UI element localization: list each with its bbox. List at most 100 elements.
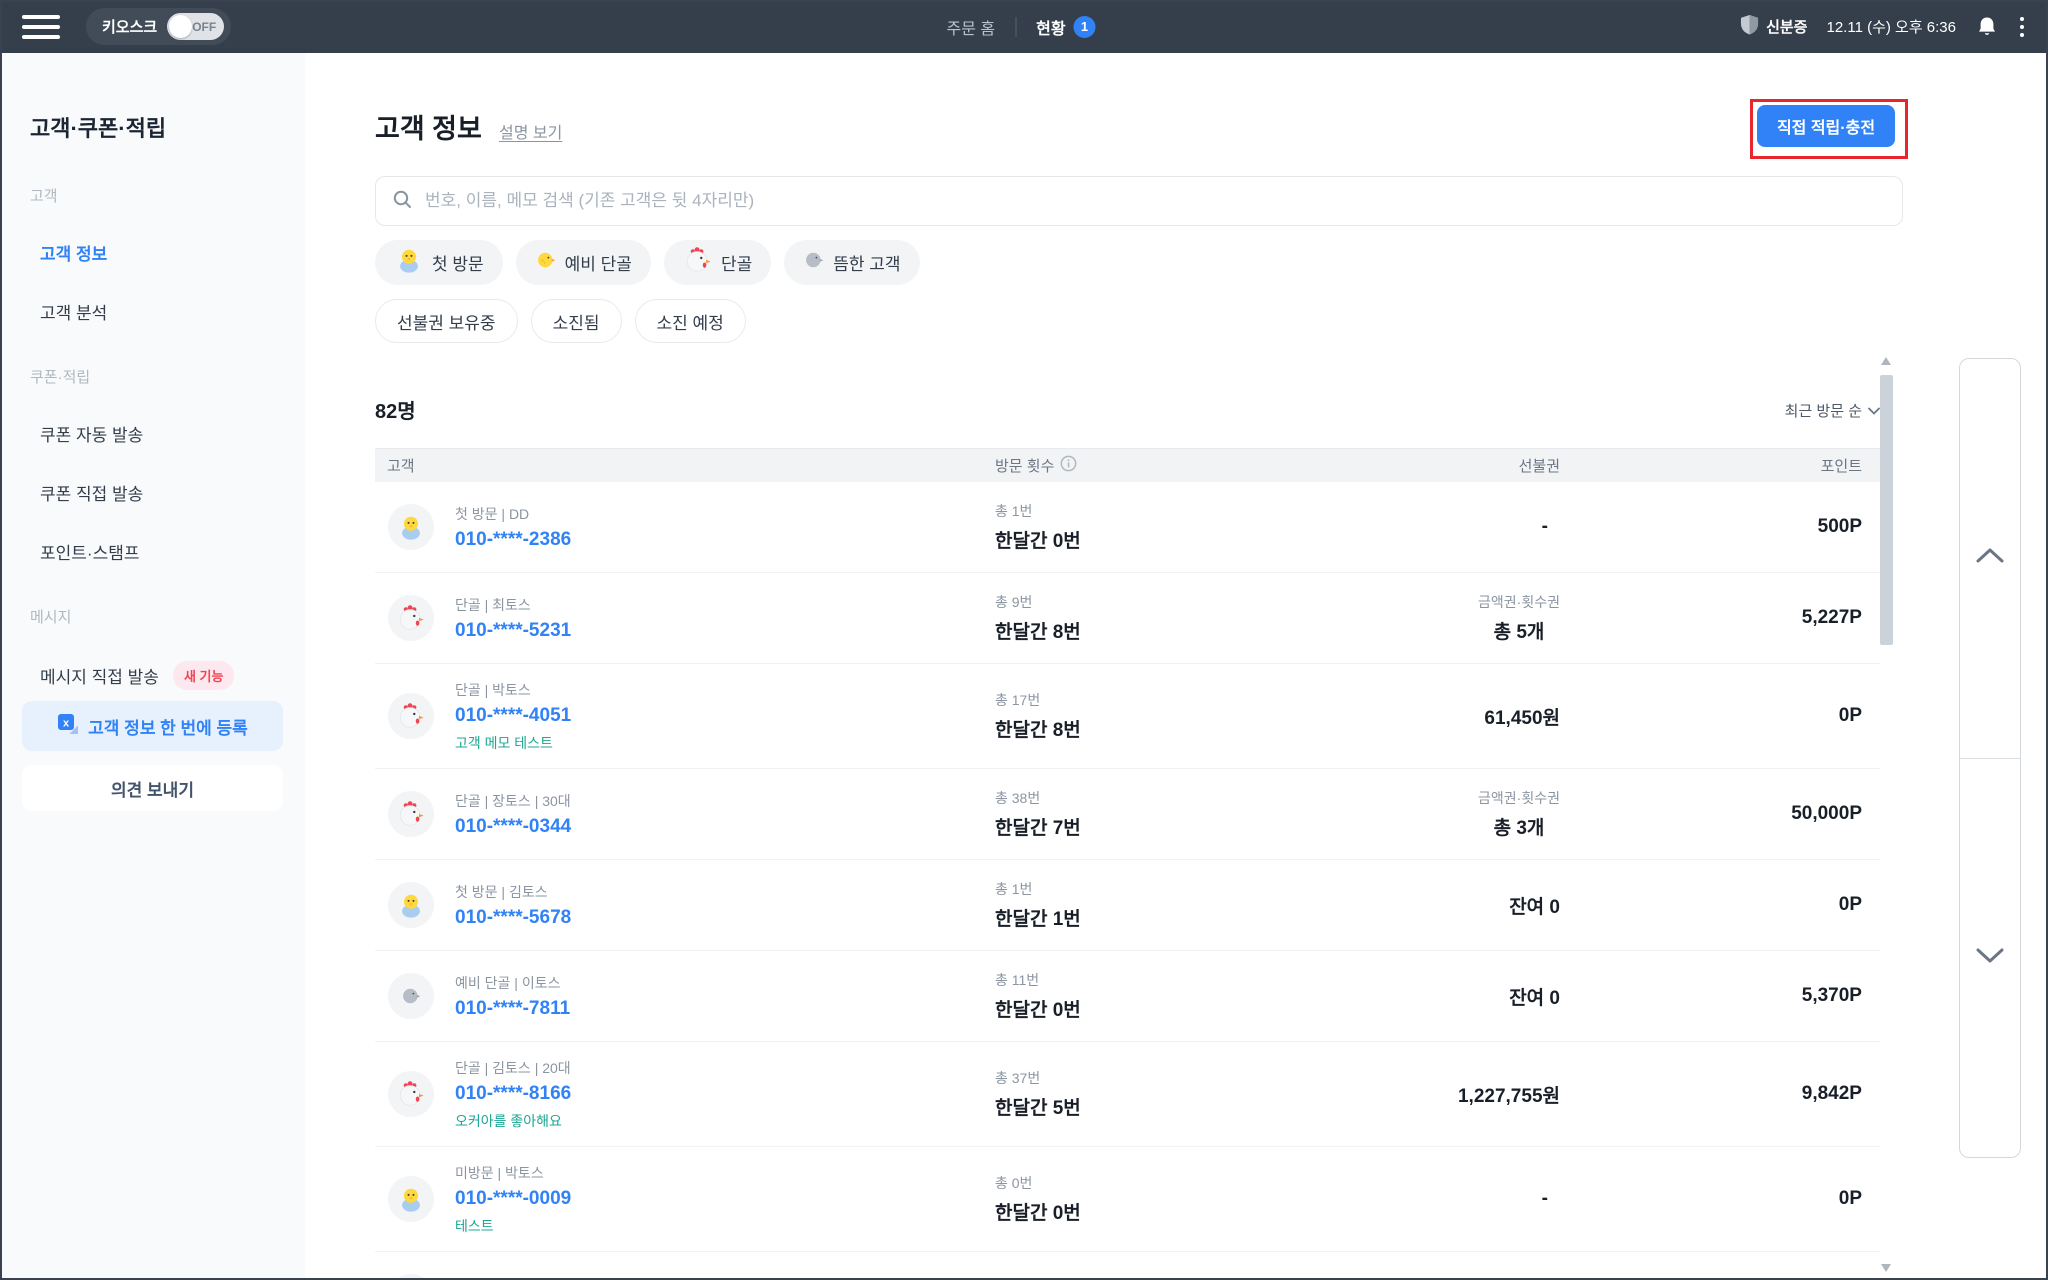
customer-phone[interactable]: 010-****-2386: [455, 529, 995, 551]
prepaid-value: -: [1542, 1188, 1560, 1210]
segment-filter-chip[interactable]: 뜸한 고객: [784, 240, 919, 285]
visits-month: 한달간 5번: [995, 1093, 1360, 1120]
sidebar-item-point-stamp[interactable]: 포인트·스탬프: [40, 539, 305, 564]
sidebar-item-customer-info[interactable]: 고객 정보: [40, 240, 305, 265]
segment-chip-label: 예비 단골: [565, 250, 632, 275]
nav-status[interactable]: 현황 1: [1036, 15, 1095, 39]
sidebar-item-customer-analysis[interactable]: 고객 분석: [40, 299, 305, 324]
visits-total: 총 9번: [995, 592, 1360, 612]
customer-row[interactable]: 단골 | 최토스 010-****-5231 총 9번 한달간 8번 금액권·횟…: [375, 573, 1880, 664]
scrollbar[interactable]: [1880, 353, 1893, 1278]
sidebar-item-coupon-direct[interactable]: 쿠폰 직접 발송: [40, 480, 305, 505]
hamburger-menu-icon[interactable]: [22, 15, 60, 39]
search-bar[interactable]: [375, 176, 1903, 226]
prepaid-filter-chip[interactable]: 선불권 보유중: [375, 299, 518, 343]
prepaid-value: 총 5개: [1478, 617, 1560, 644]
customer-row[interactable]: 미방문 | 박토스 010-****-0009 테스트 총 0번 한달간 0번 …: [375, 1147, 1880, 1252]
segment-chip-icon: [803, 249, 825, 276]
customer-phone[interactable]: 010-****-0344: [455, 816, 995, 838]
customer-row[interactable]: 단골 | 장토스 | 30대 010-****-0344 총 38번 한달간 7…: [375, 769, 1880, 860]
list-pager: [1959, 358, 2021, 1158]
shield-icon: [1740, 14, 1759, 39]
sidebar-section-message: 메시지: [30, 606, 305, 627]
new-feature-badge: 새 기능: [173, 661, 235, 690]
direct-charge-button[interactable]: 직접 적립·충전: [1757, 105, 1895, 147]
visits-month: 한달간 0번: [995, 526, 1360, 553]
visits-month: 한달간 7번: [995, 813, 1360, 840]
customer-tag: 단골 | 장토스 | 30대: [455, 791, 995, 811]
id-verification[interactable]: 신분증: [1740, 14, 1807, 39]
segment-filter-chip[interactable]: 첫 방문: [375, 240, 503, 285]
page-title: 고객 정보: [375, 107, 482, 146]
customer-row[interactable]: 예비 단골 | 이토스 010-****-7811 총 11번 한달간 0번 잔…: [375, 951, 1880, 1042]
kiosk-toggle[interactable]: OFF: [167, 13, 224, 40]
bell-icon[interactable]: [1977, 16, 1997, 38]
customer-tag: 예비 단골 | 이토스: [455, 973, 995, 993]
customer-row[interactable]: 첫 방문 | 김토스 010-****-5678 총 1번 한달간 1번 잔여 …: [375, 860, 1880, 951]
prepaid-value: 잔여 0: [1509, 983, 1560, 1010]
sidebar-item-message-direct[interactable]: 메시지 직접 발송 새 기능: [40, 661, 305, 690]
scrollbar-down-arrow-icon[interactable]: [1881, 1264, 1891, 1272]
top-nav: 주문 홈 현황 1: [946, 0, 1095, 53]
id-label: 신분증: [1766, 16, 1807, 37]
prepaid-filter-chip[interactable]: 소진됨: [531, 299, 622, 343]
customer-row[interactable]: 첫 방문 | DD 010-****-2386 총 1번 한달간 0번 - 50…: [375, 482, 1880, 573]
search-input[interactable]: [423, 190, 1886, 212]
customer-row[interactable]: 단골 | 박토스 010-****-4051 고객 메모 테스트 총 17번 한…: [375, 664, 1880, 769]
customer-phone[interactable]: 010-****-8166: [455, 1083, 995, 1105]
column-visits: 방문 횟수: [995, 455, 1360, 476]
customer-avatar-icon: [388, 1071, 434, 1117]
visits-total: 총 38번: [995, 788, 1360, 808]
segment-filter-chip[interactable]: 예비 단골: [516, 240, 651, 285]
scrollbar-up-arrow-icon[interactable]: [1881, 357, 1891, 365]
customer-avatar-icon: [388, 693, 434, 739]
prepaid-type: 금액권·횟수권: [1478, 788, 1560, 808]
customer-phone[interactable]: 010-****-0009: [455, 1188, 995, 1210]
status-count-badge: 1: [1074, 16, 1096, 38]
visits-month: 한달간 0번: [995, 1198, 1360, 1225]
help-link[interactable]: 설명 보기: [499, 119, 562, 143]
kiosk-toggle-group[interactable]: 키오스크 OFF: [86, 8, 231, 45]
sidebar-item-coupon-auto[interactable]: 쿠폰 자동 발송: [40, 421, 305, 446]
chevron-down-icon: [1976, 948, 2004, 968]
customer-avatar-icon: [388, 1176, 434, 1222]
page-up-button[interactable]: [1960, 359, 2020, 759]
kebab-menu-icon[interactable]: [2012, 15, 2032, 39]
column-prepaid: 선불권: [1360, 455, 1560, 476]
scrollbar-thumb[interactable]: [1880, 375, 1893, 645]
customer-list: 첫 방문 | DD 010-****-2386 총 1번 한달간 0번 - 50…: [375, 482, 1880, 1280]
customer-phone[interactable]: 010-****-5231: [455, 620, 995, 642]
prepaid-chip-label: 소진 예정: [657, 309, 724, 334]
customer-phone[interactable]: 010-****-5678: [455, 907, 995, 929]
customer-memo: 오커아를 좋아해요: [455, 1111, 995, 1131]
toggle-knob: [169, 15, 192, 38]
customer-row[interactable]: 예비 단골 | 박토스 | 20대 총 2번: [375, 1252, 1880, 1280]
feedback-button[interactable]: 의견 보내기: [22, 765, 283, 811]
segment-filter-chip[interactable]: 단골: [664, 240, 771, 285]
prepaid-value: 61,450원: [1484, 703, 1560, 730]
visits-total: 총 0번: [995, 1173, 1360, 1193]
prepaid-chip-label: 선불권 보유중: [397, 309, 496, 334]
top-bar: 키오스크 OFF 주문 홈 현황 1 신분증 12.11 (수) 오후 6:36: [0, 0, 2048, 53]
sort-dropdown[interactable]: 최근 방문 순: [1785, 400, 1880, 421]
sidebar-title: 고객·쿠폰·적립: [30, 111, 305, 143]
nav-status-label: 현황: [1036, 15, 1065, 39]
info-icon[interactable]: [1060, 455, 1077, 476]
chevron-up-icon: [1976, 548, 2004, 568]
bulk-register-button[interactable]: x 고객 정보 한 번에 등록: [22, 701, 283, 751]
customer-row[interactable]: 단골 | 김토스 | 20대 010-****-8166 오커아를 좋아해요 총…: [375, 1042, 1880, 1147]
segment-chip-icon: [394, 245, 424, 280]
customer-avatar-icon: [388, 882, 434, 928]
prepaid-filter-chip[interactable]: 소진 예정: [635, 299, 746, 343]
customer-phone[interactable]: 010-****-7811: [455, 998, 995, 1020]
customer-memo: 고객 메모 테스트: [455, 733, 995, 753]
customer-count: 82명: [375, 395, 416, 424]
segment-chip-label: 첫 방문: [432, 250, 484, 275]
topbar-right: 신분증 12.11 (수) 오후 6:36: [1740, 0, 2032, 53]
points-value: 0P: [1560, 705, 1880, 727]
column-customer: 고객: [375, 455, 995, 476]
page-down-button[interactable]: [1960, 759, 2020, 1158]
sidebar-section-coupon: 쿠폰·적립: [30, 366, 305, 387]
customer-phone[interactable]: 010-****-4051: [455, 705, 995, 727]
nav-order-home[interactable]: 주문 홈: [946, 15, 995, 39]
